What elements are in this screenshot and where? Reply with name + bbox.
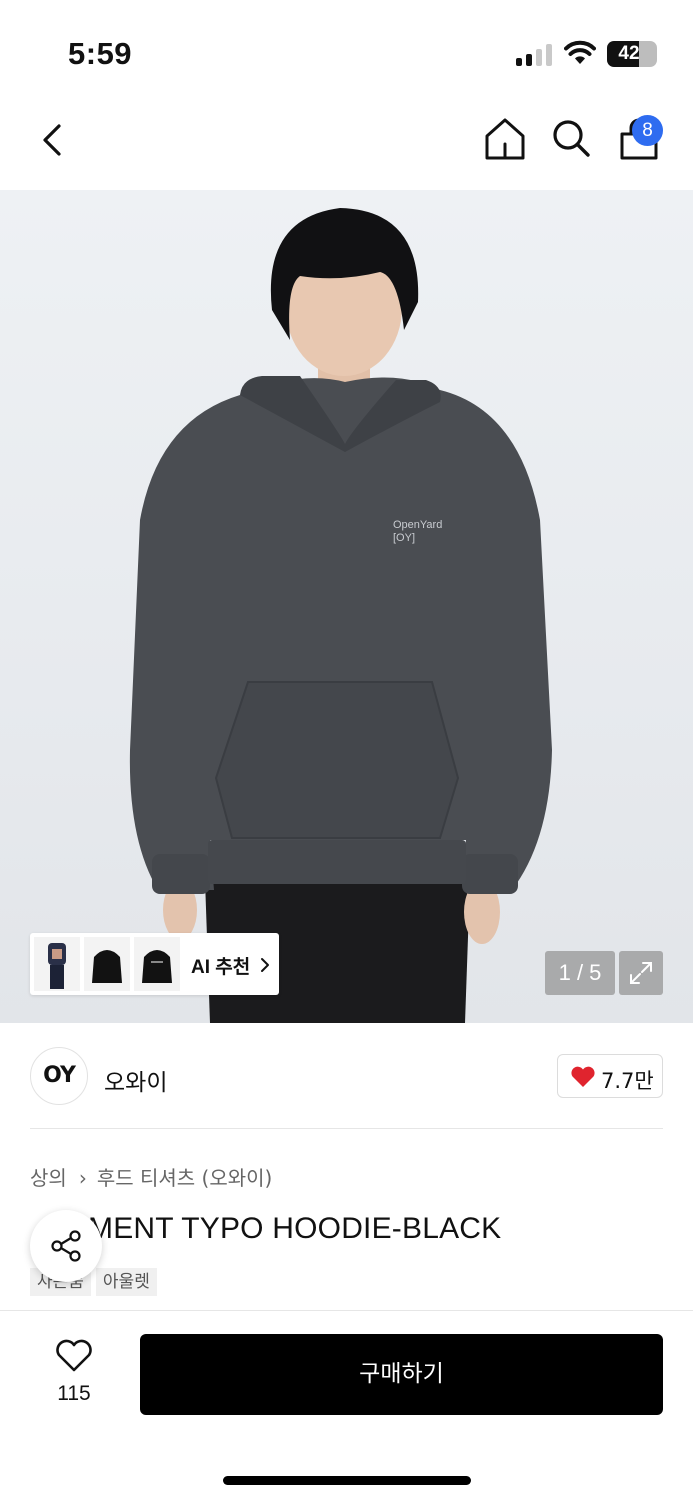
recommend-thumb-1[interactable]: [34, 937, 80, 991]
recommend-thumb-2[interactable]: [84, 937, 130, 991]
share-button[interactable]: [30, 1210, 102, 1282]
breadcrumb: 상의 › 후드 티셔츠 (오와이): [30, 1162, 272, 1191]
expand-icon[interactable]: [619, 951, 663, 995]
wishlist-count: 115: [57, 1382, 91, 1405]
divider: [30, 1128, 663, 1129]
ai-recommend-label[interactable]: AI 추천: [191, 952, 250, 979]
cellular-signal-icon: [516, 44, 554, 66]
cart-count-badge: 8: [632, 115, 663, 146]
recommend-thumb-3[interactable]: [134, 937, 180, 991]
wishlist-button[interactable]: 115: [40, 1334, 108, 1414]
status-time: 5:59: [68, 36, 133, 71]
heart-outline-icon: [56, 1339, 92, 1372]
brand-like-count: 7.7만: [601, 1069, 654, 1093]
product-image[interactable]: OpenYard [OY]: [0, 190, 693, 1023]
brand-like-button[interactable]: 7.7만: [557, 1054, 663, 1098]
model-photo: OpenYard [OY]: [129, 208, 552, 1023]
buy-button[interactable]: 구매하기: [140, 1334, 663, 1415]
battery-icon: 42: [607, 41, 657, 67]
brand-logo[interactable]: OY: [30, 1047, 88, 1105]
brand-name[interactable]: 오와이: [104, 1063, 167, 1097]
divider: [0, 1310, 693, 1311]
image-pager: 1 / 5: [545, 951, 615, 995]
wifi-icon: [564, 40, 596, 64]
battery-percent: 42: [618, 43, 640, 64]
heart-filled-icon: [571, 1066, 595, 1087]
back-icon[interactable]: [30, 118, 74, 162]
product-title: MENT TYPO HOODIE-BLACK: [88, 1212, 502, 1245]
home-indicator: [223, 1476, 471, 1485]
breadcrumb-item[interactable]: 후드 티셔츠 (오와이): [97, 1166, 273, 1190]
hoodie-print-line2: [OY]: [393, 532, 415, 544]
home-icon[interactable]: [482, 116, 528, 162]
share-icon: [51, 1230, 81, 1262]
status-bar: 5:59 42: [0, 0, 693, 100]
hoodie-print-line1: OpenYard: [393, 519, 442, 531]
breadcrumb-item[interactable]: 상의: [30, 1166, 67, 1190]
chevron-right-icon: [261, 958, 269, 972]
search-icon[interactable]: [548, 116, 594, 162]
tag-outlet: 아울렛: [95, 1268, 157, 1296]
breadcrumb-separator-icon: ›: [78, 1166, 87, 1190]
top-nav: [0, 100, 693, 190]
